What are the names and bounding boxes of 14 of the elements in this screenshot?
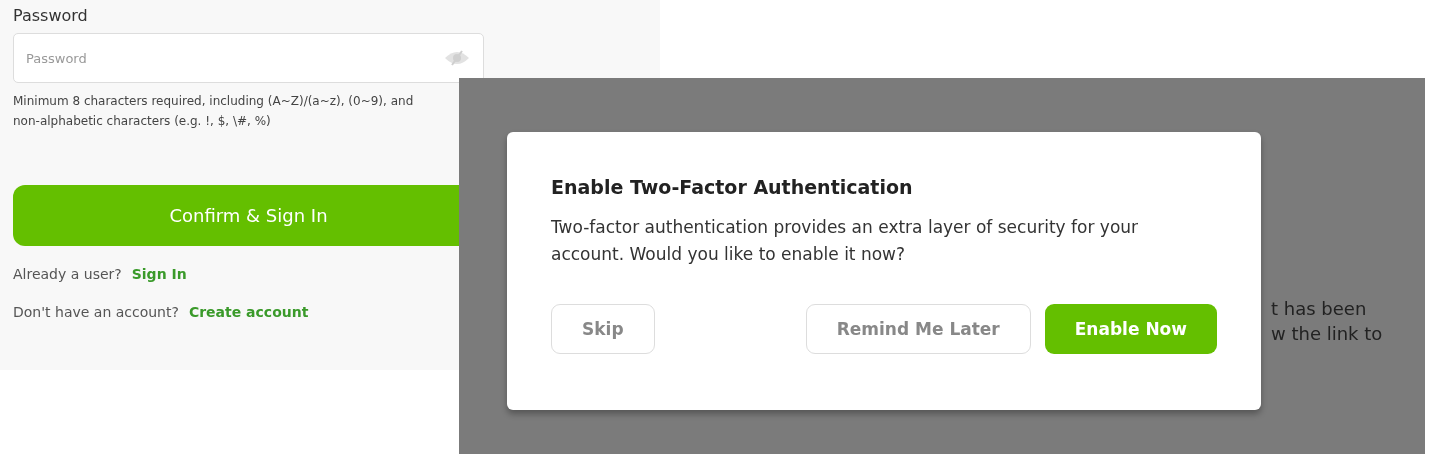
dialog-title: Enable Two-Factor Authentication <box>551 175 914 200</box>
background-text: t has been w the link to <box>1271 297 1383 346</box>
field-label: Password <box>13 5 88 27</box>
dialog-message: Two-factor authentication provides an extra layer of security for your account. Would you like to enable it now? <box>551 216 1140 266</box>
eye-slash-icon[interactable] <box>444 50 470 66</box>
account-link[interactable]: Sign In <box>131 264 187 284</box>
password-field[interactable]: Password <box>13 33 484 83</box>
link-prompt: Already a user? <box>13 265 122 284</box>
password-hint: Minimum 8 characters required, including (A~Z)/(a~z), (0~9), and non-alphabetic characters (e.g. !, $, \#, %) <box>13 93 415 130</box>
link-prompt: Don't have an account? <box>13 303 179 322</box>
account-link[interactable]: Create account <box>188 302 309 322</box>
dialog-button[interactable]: Enable Now <box>1044 304 1217 354</box>
dialog-button[interactable]: Remind Me Later <box>805 304 1031 354</box>
dialog-button[interactable]: Skip <box>551 304 655 354</box>
